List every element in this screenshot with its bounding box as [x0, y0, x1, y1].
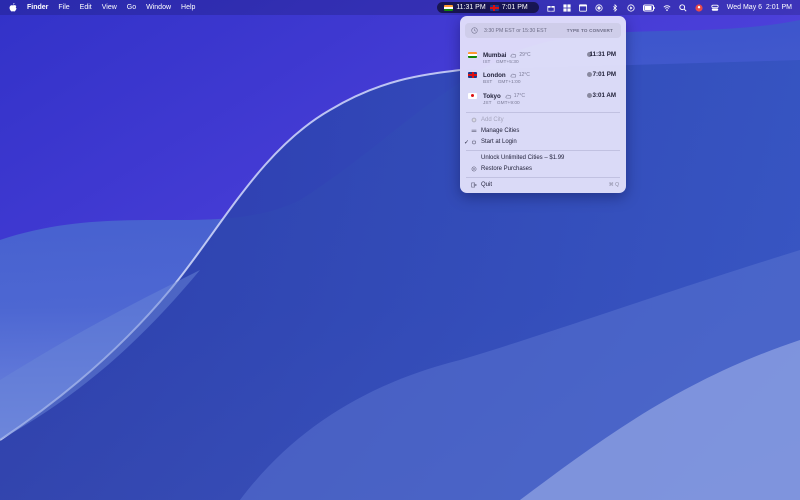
city-name: Tokyo [483, 92, 501, 100]
cloud-icon [510, 53, 517, 58]
menu-bar: Finder File Edit View Go Window Help 11:… [0, 0, 800, 15]
play-circle-icon[interactable] [627, 3, 635, 12]
desktop-wallpaper [0, 0, 800, 500]
city-temperature: 12°C [518, 72, 530, 78]
city-temperature: 29°C [519, 52, 531, 58]
weather: 12°C [510, 72, 530, 78]
menu-help[interactable]: Help [181, 4, 195, 11]
battery-icon[interactable] [642, 4, 655, 12]
quit-icon [471, 182, 477, 188]
gift-icon[interactable] [547, 4, 555, 12]
city-offset: GMT+9:00 [496, 101, 520, 106]
weather: 17°C [505, 93, 525, 99]
city-time: 11:31 PM [589, 51, 616, 58]
wifi-icon[interactable] [663, 4, 671, 12]
weather: 29°C [510, 52, 531, 58]
night-indicator-icon [587, 93, 592, 98]
city-zone: JST [483, 101, 492, 106]
add-city-menu-item[interactable]: Add City [481, 117, 504, 123]
ticker-time-mumbai: 11:31 PM [456, 4, 486, 11]
restore-icon [471, 166, 477, 172]
world-clock-dropdown: 3:30 PM EST or 15:30 EST TYPE TO CONVERT… [460, 16, 626, 193]
start-at-login-menu-item[interactable]: Start at Login [481, 139, 517, 145]
unlock-unlimited-menu-item[interactable]: Unlock Unlimited Cities – $1.99 [481, 155, 564, 161]
record-icon[interactable] [595, 3, 603, 12]
menu-window[interactable]: Window [146, 4, 171, 11]
cloud-icon [510, 73, 516, 78]
menu-edit[interactable]: Edit [80, 4, 92, 11]
user-icon[interactable] [695, 3, 703, 12]
menu-file[interactable]: File [58, 4, 69, 11]
uk-flag-icon [468, 72, 477, 78]
cloud-icon [505, 94, 511, 99]
city-row-tokyo[interactable]: Tokyo 17°C 3:01 AM JST GMT+9:00 [468, 92, 622, 110]
power-icon [471, 139, 477, 145]
add-circle-icon [471, 117, 477, 123]
japan-flag-icon [468, 93, 477, 99]
menu-view[interactable]: View [102, 4, 117, 11]
city-row-london[interactable]: London 12°C 7:01 PM BST GMT+1:00 [468, 71, 622, 89]
manage-list-icon [471, 129, 477, 132]
city-offset: GMT+1:00 [497, 80, 521, 85]
menu-go[interactable]: Go [127, 4, 136, 11]
uk-flag-icon [489, 4, 499, 11]
city-name: Mumbai [483, 51, 507, 59]
search-icon[interactable] [679, 3, 687, 12]
bluetooth-icon[interactable] [611, 3, 619, 12]
city-time: 3:01 AM [592, 92, 617, 99]
convert-placeholder: 3:30 PM EST or 15:30 EST [484, 27, 547, 34]
divider [466, 177, 620, 178]
ticker-time-london: 7:01 PM [501, 4, 528, 11]
apple-icon[interactable] [9, 3, 17, 12]
checkmark-icon: ✓ [464, 140, 470, 146]
night-indicator-icon [587, 72, 592, 77]
menubar-datetime[interactable]: Wed May 6 2:01 PM [727, 4, 792, 11]
divider [466, 112, 620, 113]
city-offset: GMT+5:30 [495, 60, 519, 65]
india-flag-icon [468, 52, 477, 58]
divider [466, 150, 620, 151]
grid-icon[interactable] [563, 3, 571, 12]
window-icon[interactable] [578, 3, 587, 12]
city-zone: IST [483, 60, 491, 65]
quit-shortcut: ⌘ Q [608, 182, 619, 188]
time-convert-input[interactable]: 3:30 PM EST or 15:30 EST TYPE TO CONVERT [465, 23, 621, 38]
world-clock-menubar-item[interactable]: 11:31 PM 7:01 PM [437, 2, 539, 13]
restore-purchases-menu-item[interactable]: Restore Purchases [481, 166, 532, 172]
city-temperature: 17°C [513, 93, 525, 99]
control-center-icon[interactable] [711, 4, 719, 12]
manage-cities-menu-item[interactable]: Manage Cities [481, 128, 519, 134]
city-zone: BST [483, 80, 493, 85]
city-time: 7:01 PM [592, 71, 616, 78]
india-flag-icon [444, 4, 454, 11]
quit-menu-item[interactable]: Quit [481, 182, 492, 188]
city-row-mumbai[interactable]: Mumbai 29°C 11:31 PM IST GMT+5:30 [468, 51, 622, 69]
clock-icon [471, 27, 478, 34]
type-to-convert-hint: TYPE TO CONVERT [566, 28, 613, 33]
city-name: London [483, 71, 506, 79]
menu-app-name[interactable]: Finder [27, 4, 48, 11]
